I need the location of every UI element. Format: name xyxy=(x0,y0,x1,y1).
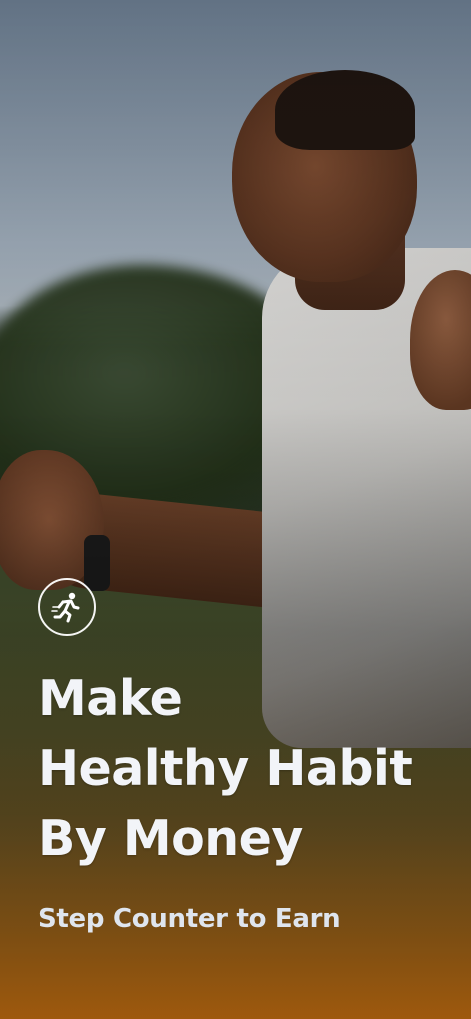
headline-line-3: By Money xyxy=(38,810,303,867)
subtitle: Step Counter to Earn xyxy=(38,904,341,934)
onboarding-screen: Make Healthy Habit By Money Step Counter… xyxy=(0,0,471,1019)
app-logo-badge xyxy=(38,578,96,636)
headline-line-1: Make xyxy=(38,670,183,727)
running-person-icon xyxy=(51,592,80,623)
headline: Make Healthy Habit By Money xyxy=(38,664,413,874)
headline-line-2: Healthy Habit xyxy=(38,740,413,797)
